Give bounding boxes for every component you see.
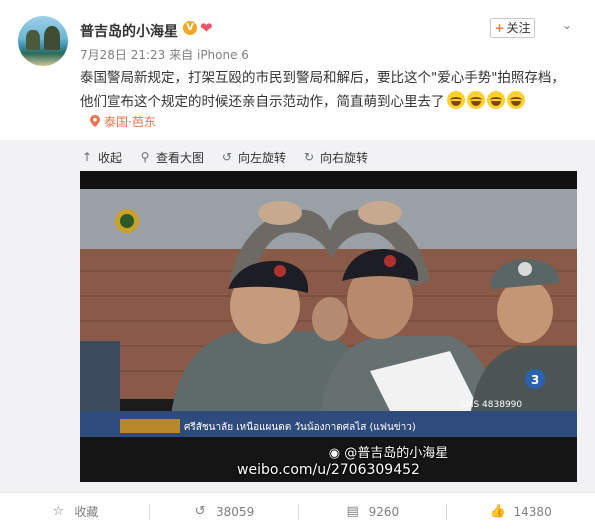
collapse-label: 收起 bbox=[98, 150, 123, 165]
follow-button[interactable]: + 关注 bbox=[490, 18, 535, 38]
media-toolbar: ↑ 收起 ⚲ 查看大图 ↺ 向左旋转 ↻ 向右旋转 bbox=[80, 147, 384, 167]
repost-button[interactable]: ↺ 38059 bbox=[148, 493, 298, 529]
collapse-button[interactable]: ↑ 收起 bbox=[80, 147, 122, 167]
rotate-left-button[interactable]: ↺ 向左旋转 bbox=[220, 147, 286, 167]
post-text-line1: 泰国警局新规定，打架互殴的市民到警局和解后，要比这个"爱心手势"拍照存档， bbox=[80, 70, 565, 86]
heart-badge-icon[interactable]: ❤ bbox=[200, 20, 217, 36]
police-heart-gesture-photo: ศรีสัชนาลัย เหนือแผนดต วันน้องกาดศลไส (แ… bbox=[80, 171, 577, 482]
favorite-label: 收藏 bbox=[74, 505, 99, 519]
star-icon: ☆ bbox=[52, 503, 65, 519]
repost-icon: ↺ bbox=[194, 503, 206, 519]
ticker-text: ศรีสัชนาลัย เหนือแผนดต วันน้องกาดศลไส (แ… bbox=[184, 421, 416, 433]
rotate-right-button[interactable]: ↻ 向右旋转 bbox=[302, 147, 368, 167]
sms-text: SMS 4838990 bbox=[460, 400, 522, 410]
laugh-cry-emoji-icon bbox=[486, 91, 505, 109]
avatar[interactable] bbox=[18, 16, 68, 66]
repost-count: 38059 bbox=[216, 504, 255, 519]
location-pin-icon bbox=[90, 115, 100, 127]
comment-count: 9260 bbox=[368, 504, 400, 519]
follow-label: 关注 bbox=[506, 21, 531, 35]
rotate-left-icon: ↺ bbox=[222, 150, 233, 164]
like-button[interactable]: 👍 14380 bbox=[446, 493, 595, 529]
plus-icon: + bbox=[494, 21, 505, 35]
post-text-line2: 他们宣布这个规定的时候还亲自示范动作，简直萌到心里去了 bbox=[80, 94, 445, 110]
post-photo[interactable]: ศรีสัชนาลัย เหนือแผนดต วันน้องกาดศลไส (แ… bbox=[80, 171, 577, 482]
comment-icon: ▤ bbox=[346, 503, 359, 519]
like-count: 14380 bbox=[513, 504, 552, 519]
comment-button[interactable]: ▤ 9260 bbox=[297, 493, 447, 529]
post-actions: ☆ 收藏 ↺ 38059 ▤ 9260 👍 14380 bbox=[0, 492, 595, 529]
weibo-logo-icon: ◉ bbox=[328, 446, 341, 461]
rotate-right-icon: ↻ bbox=[304, 150, 315, 164]
post-text: 泰国警局新规定，打架互殴的市民到警局和解后，要比这个"爱心手势"拍照存档， 他们… bbox=[80, 66, 580, 114]
view-large-button[interactable]: ⚲ 查看大图 bbox=[138, 147, 204, 167]
source-prefix: 来自 bbox=[169, 48, 194, 62]
favorite-button[interactable]: ☆ 收藏 bbox=[0, 493, 149, 529]
post-meta: 7月28日 21:23 来自 iPhone 6 bbox=[80, 46, 249, 63]
chevron-down-icon[interactable]: ⌄ bbox=[562, 18, 578, 32]
laugh-cry-emoji-icon bbox=[446, 91, 465, 109]
watermark-url: weibo.com/u/2706309452 bbox=[237, 462, 420, 478]
rotate-left-label: 向左旋转 bbox=[238, 150, 287, 165]
collapse-arrow-icon: ↑ bbox=[81, 150, 93, 164]
post-text-line2-wrap: 他们宣布这个规定的时候还亲自示范动作，简直萌到心里去了 bbox=[80, 90, 580, 114]
rotate-right-label: 向右旋转 bbox=[320, 150, 369, 165]
view-large-label: 查看大图 bbox=[156, 150, 205, 165]
thumbs-up-icon: 👍 bbox=[489, 503, 506, 519]
weibo-post: 普吉岛的小海星 V ❤ + 关注 ⌄ 7月28日 21:23 来自 iPhone … bbox=[0, 0, 595, 529]
verified-v-icon[interactable]: V bbox=[183, 21, 197, 35]
laugh-cry-emoji-icon bbox=[506, 91, 525, 109]
post-date[interactable]: 7月28日 21:23 bbox=[80, 48, 165, 62]
location-label: 泰国·芭东 bbox=[104, 115, 156, 129]
watermark-handle-text: @普吉岛的小海星 bbox=[344, 446, 449, 461]
location-link[interactable]: 泰国·芭东 bbox=[90, 113, 156, 130]
laugh-cry-emoji-icon bbox=[466, 91, 485, 109]
username[interactable]: 普吉岛的小海星 bbox=[80, 21, 178, 41]
post-source[interactable]: iPhone 6 bbox=[197, 48, 249, 62]
magnifier-icon: ⚲ bbox=[140, 150, 150, 164]
channel-logo: 3 bbox=[531, 373, 539, 387]
watermark-handle: ◉ @普吉岛的小海星 bbox=[140, 442, 577, 461]
